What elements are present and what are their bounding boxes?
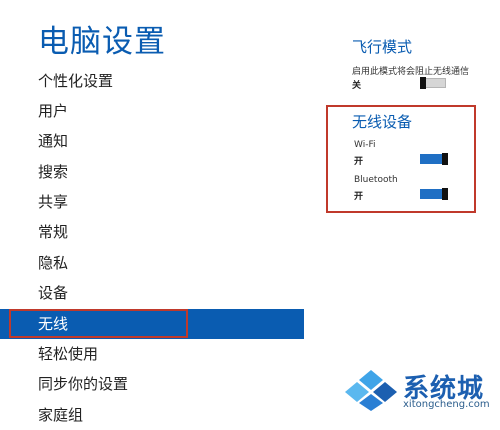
nav-item-notifications[interactable]: 通知 [0,126,304,156]
wifi-toggle[interactable] [420,153,448,165]
nav-pane: 电脑设置 个性化设置 用户 通知 搜索 共享 常规 隐私 设备 无线 轻松使用 … [0,0,304,424]
watermark-url: xitongcheng.com [403,399,490,410]
toggle-thumb [442,153,448,165]
page-title: 电脑设置 [38,24,166,60]
site-logo-icon [345,370,397,411]
nav-item-devices[interactable]: 设备 [0,278,304,308]
nav-item-share[interactable]: 共享 [0,187,304,217]
wireless-devices-heading: 无线设备 [352,113,413,131]
nav-item-sync[interactable]: 同步你的设置 [0,369,304,399]
bluetooth-toggle[interactable] [420,188,448,200]
nav-item-search[interactable]: 搜索 [0,157,304,187]
airplane-mode-toggle[interactable] [420,77,446,89]
bluetooth-label: Bluetooth [354,175,398,185]
wifi-state: 开 [354,157,364,167]
nav-item-ease-of-access[interactable]: 轻松使用 [0,339,304,369]
nav-item-homegroup[interactable]: 家庭组 [0,400,304,430]
toggle-thumb [442,188,448,200]
nav-item-wireless[interactable]: 无线 [0,309,304,339]
bluetooth-state: 开 [354,192,364,202]
airplane-mode-heading: 飞行模式 [352,38,413,56]
nav-item-personalize[interactable]: 个性化设置 [0,66,304,96]
nav-item-general[interactable]: 常规 [0,217,304,247]
toggle-thumb [420,77,426,89]
airplane-mode-description: 启用此模式将会阻止无线通信 [352,67,470,77]
wifi-label: Wi-Fi [354,140,376,150]
nav-item-privacy[interactable]: 隐私 [0,248,304,278]
nav-item-users[interactable]: 用户 [0,96,304,126]
airplane-mode-state: 关 [352,81,362,91]
